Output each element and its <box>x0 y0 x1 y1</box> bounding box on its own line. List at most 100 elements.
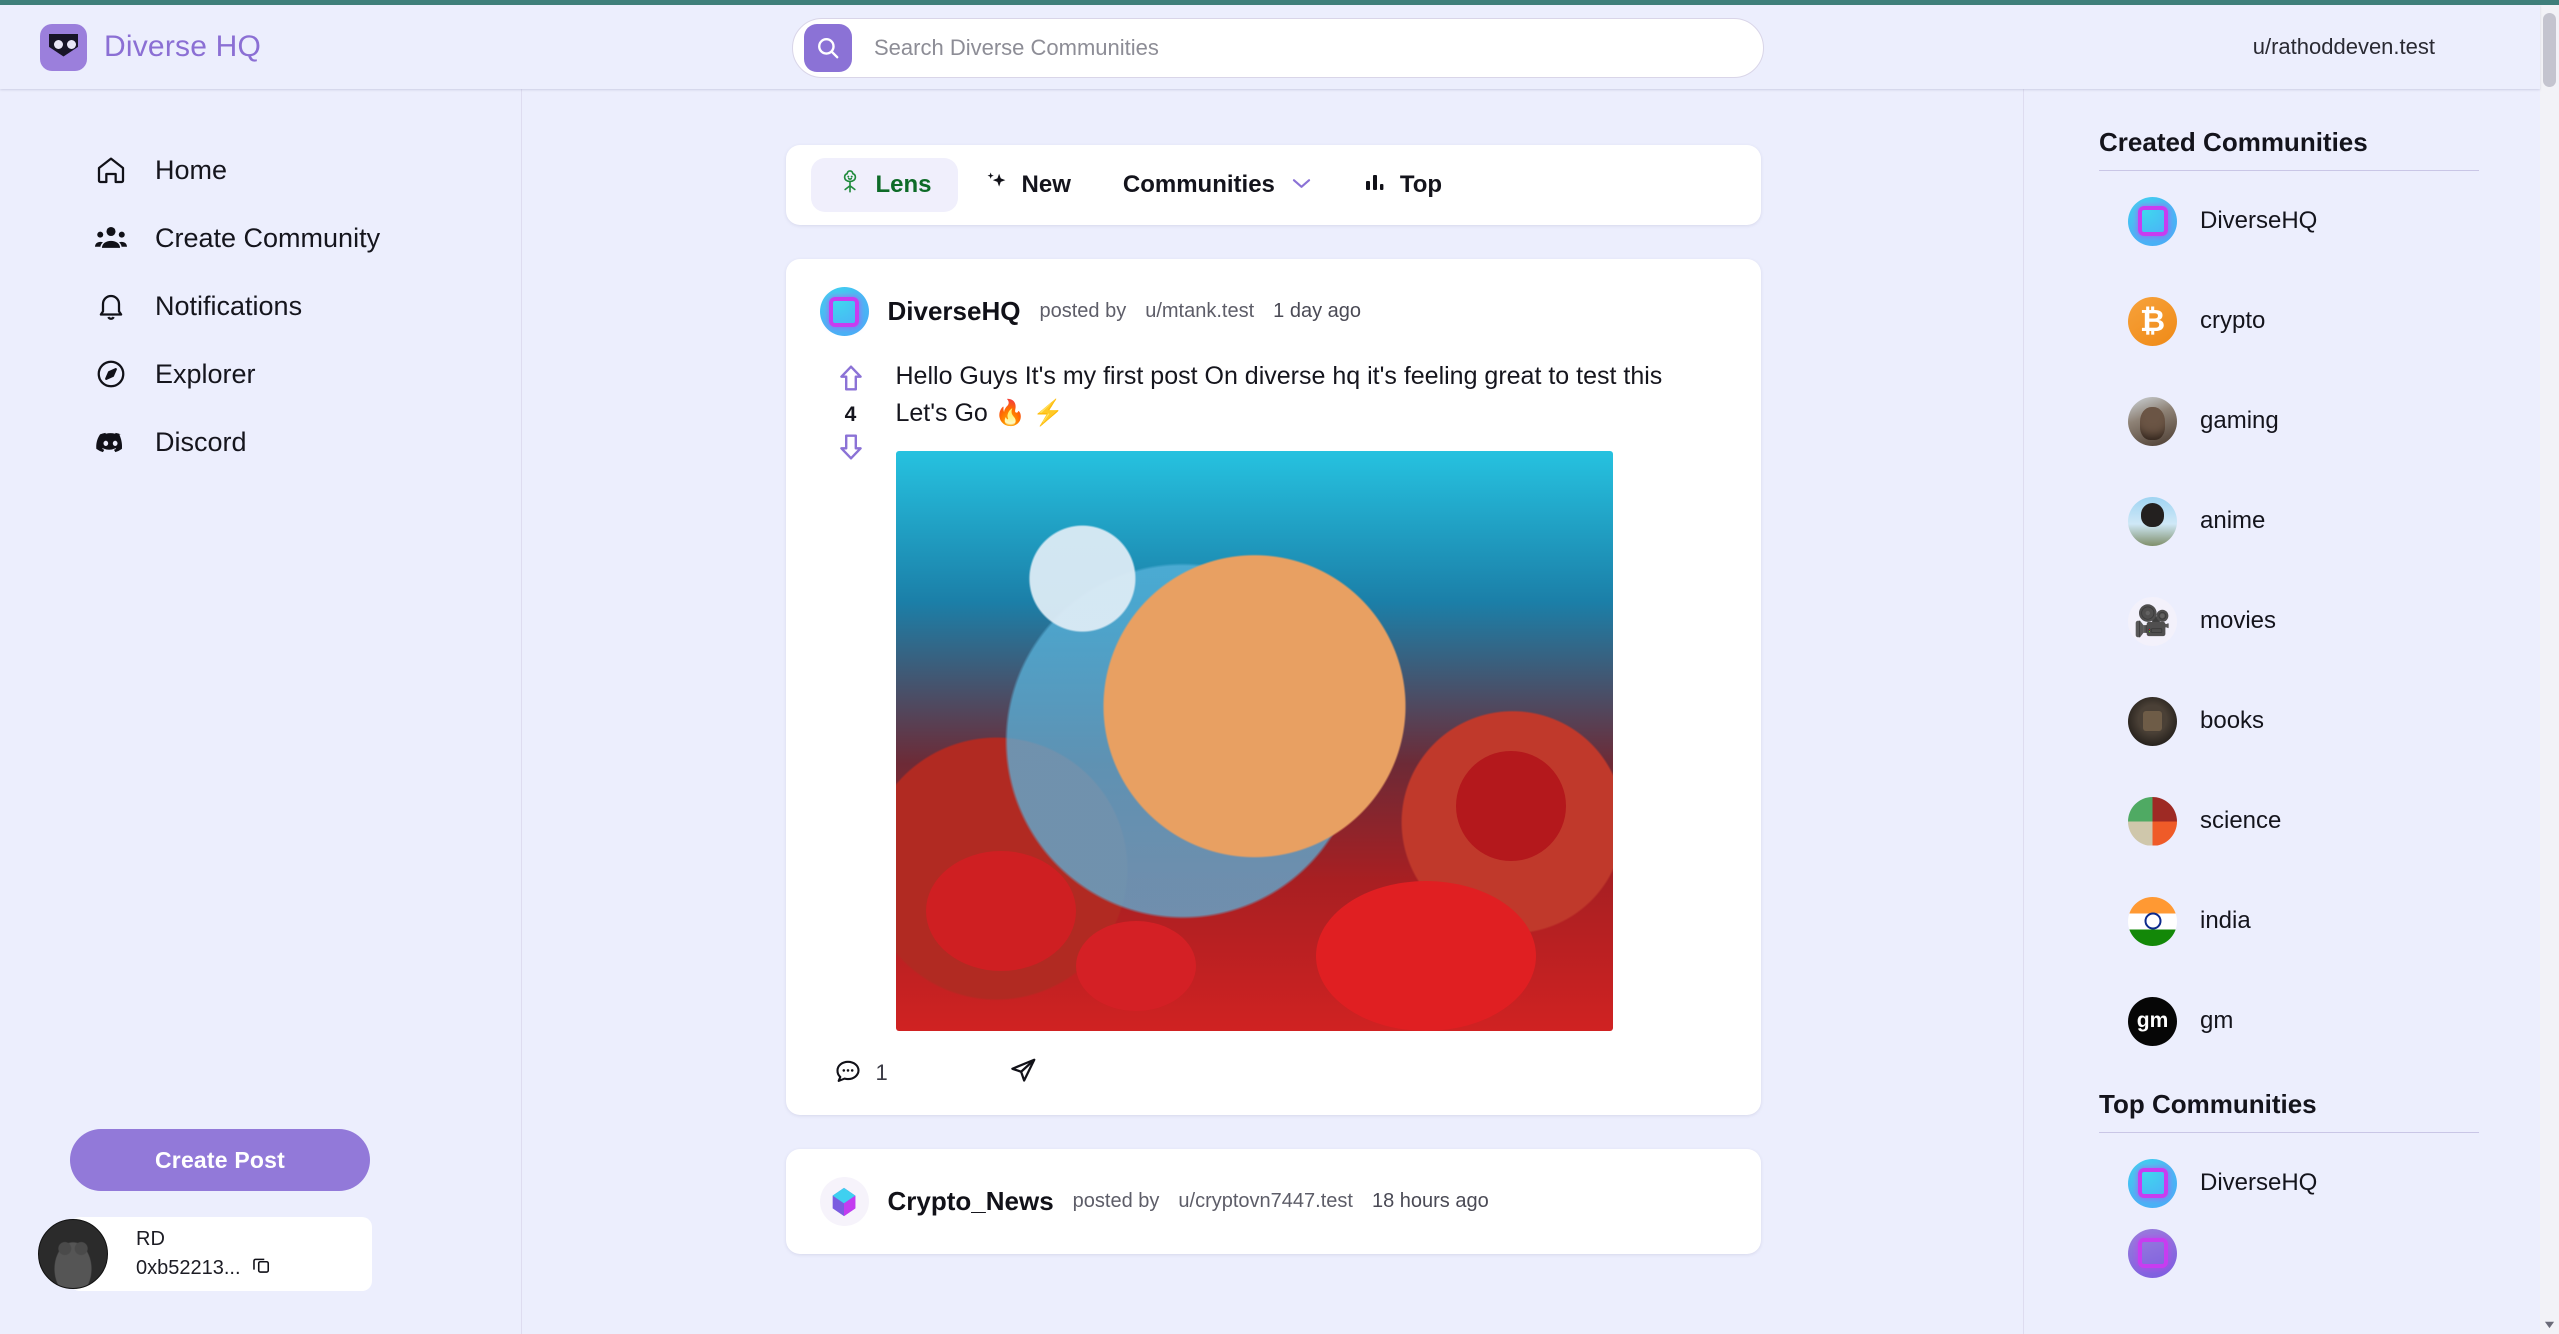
post-main: Hello Guys It's my first post On diverse… <box>882 358 1727 1031</box>
community-item-india[interactable]: india <box>2024 871 2540 971</box>
share-paper-plane-icon[interactable] <box>1008 1056 1038 1091</box>
avatar <box>38 1219 108 1289</box>
post-image[interactable] <box>896 451 1613 1031</box>
brand[interactable]: Diverse HQ <box>40 24 261 71</box>
sidebar-nav: Home Create Community Notifications <box>0 136 521 476</box>
copy-icon[interactable] <box>252 1254 271 1283</box>
community-item-movies[interactable]: 🎥 movies <box>2024 571 2540 671</box>
bitcoin-icon: ₿ <box>2128 297 2177 346</box>
arrow-up-icon[interactable] <box>835 362 867 399</box>
arrow-down-icon[interactable] <box>835 431 867 468</box>
community-label: india <box>2200 907 2251 935</box>
post-community-name[interactable]: Crypto_News <box>888 1186 1054 1217</box>
sidebar-item-label: Discord <box>155 427 247 458</box>
comment-icon <box>834 1057 862 1090</box>
discord-icon <box>92 424 129 461</box>
community-label: DiverseHQ <box>2200 207 2317 235</box>
community-avatar[interactable] <box>820 1177 869 1226</box>
comment-button[interactable]: 1 <box>834 1057 888 1090</box>
post-card: Crypto_News posted by u/cryptovn7447.tes… <box>786 1149 1761 1254</box>
sidebar-item-create-community[interactable]: Create Community <box>0 204 521 272</box>
sidebar-item-label: Explorer <box>155 359 256 390</box>
tab-label: Lens <box>876 171 932 199</box>
community-label: crypto <box>2200 307 2265 335</box>
community-avatar: gm <box>2128 997 2177 1046</box>
post-header: DiverseHQ posted by u/mtank.test 1 day a… <box>820 287 1727 336</box>
header-user-handle[interactable]: u/rathoddeven.test <box>2253 34 2435 60</box>
community-label: gm <box>2200 1007 2233 1035</box>
vote-count: 4 <box>845 403 857 427</box>
search-input[interactable] <box>874 35 1763 61</box>
search-bar[interactable] <box>792 18 1764 78</box>
community-label: DiverseHQ <box>2200 1169 2317 1197</box>
user-wallet-address: 0xb52213... <box>136 1254 241 1283</box>
posted-by-label: posted by <box>1073 1190 1160 1213</box>
robot-mask-icon <box>40 24 87 71</box>
post-card: DiverseHQ posted by u/mtank.test 1 day a… <box>786 259 1761 1115</box>
home-icon <box>92 152 129 189</box>
community-item-diversehq[interactable]: DiverseHQ <box>2024 171 2540 271</box>
create-post-button[interactable]: Create Post <box>70 1129 370 1191</box>
sidebar-item-discord[interactable]: Discord <box>0 408 521 476</box>
scroll-down-arrow-icon[interactable] <box>2544 1317 2555 1328</box>
post-time: 18 hours ago <box>1372 1190 1489 1213</box>
sidebar-item-label: Create Community <box>155 223 380 254</box>
sidebar-item-home[interactable]: Home <box>0 136 521 204</box>
post-actions: 1 <box>820 1031 1727 1115</box>
community-avatar <box>2128 497 2177 546</box>
created-communities-title: Created Communities <box>2099 127 2540 158</box>
sidebar-item-label: Notifications <box>155 291 302 322</box>
community-label: science <box>2200 807 2281 835</box>
post-author[interactable]: u/mtank.test <box>1145 300 1254 323</box>
tab-communities[interactable]: Communities <box>1097 158 1337 212</box>
chevron-down-icon[interactable] <box>1292 175 1311 195</box>
post-time: 1 day ago <box>1273 300 1361 323</box>
community-avatar <box>2128 1159 2177 1208</box>
sidebar-user-card[interactable]: RD 0xb52213... <box>70 1217 372 1291</box>
community-avatar <box>2128 697 2177 746</box>
feed-column: Lens New Communities <box>523 89 2023 1334</box>
tab-lens[interactable]: Lens <box>811 158 958 212</box>
community-item-crypto[interactable]: ₿ crypto <box>2024 271 2540 371</box>
top-community-item-partial[interactable] <box>2024 1233 2540 1273</box>
community-item-gm[interactable]: gm gm <box>2024 971 2540 1071</box>
community-item-science[interactable]: science <box>2024 771 2540 871</box>
bar-chart-icon <box>1363 170 1387 201</box>
community-avatar[interactable] <box>820 287 869 336</box>
comment-count: 1 <box>876 1060 888 1086</box>
post-text: Hello Guys It's my first post On diverse… <box>896 358 1716 432</box>
lens-sprout-icon <box>837 168 863 203</box>
posted-by-label: posted by <box>1039 300 1126 323</box>
page-scrollbar[interactable] <box>2540 5 2559 1334</box>
post-community-name[interactable]: DiverseHQ <box>888 296 1021 327</box>
community-avatar <box>2128 797 2177 846</box>
post-author[interactable]: u/cryptovn7447.test <box>1178 1190 1353 1213</box>
community-label: anime <box>2200 507 2265 535</box>
compass-icon <box>92 356 129 393</box>
sidebar-item-notifications[interactable]: Notifications <box>0 272 521 340</box>
movie-camera-icon: 🎥 <box>2128 597 2177 646</box>
app-header: Diverse HQ u/rathoddeven.test <box>0 5 2540 89</box>
tab-label: Top <box>1400 171 1442 199</box>
vote-column: 4 <box>820 358 882 1031</box>
user-name: RD <box>136 1225 271 1254</box>
bell-icon <box>92 288 129 325</box>
left-sidebar: Home Create Community Notifications <box>0 89 522 1334</box>
brand-name: Diverse HQ <box>104 30 261 64</box>
community-avatar <box>2128 197 2177 246</box>
top-communities-title: Top Communities <box>2099 1089 2540 1120</box>
community-avatar <box>2128 397 2177 446</box>
community-item-books[interactable]: books <box>2024 671 2540 771</box>
india-flag-icon <box>2128 897 2177 946</box>
scrollbar-thumb[interactable] <box>2543 13 2556 87</box>
community-item-gaming[interactable]: gaming <box>2024 371 2540 471</box>
community-avatar <box>2128 1229 2177 1278</box>
tab-top[interactable]: Top <box>1337 158 1468 212</box>
post-body: 4 Hello Guys It's my first post On diver… <box>820 358 1727 1031</box>
search-icon[interactable] <box>804 24 852 72</box>
tab-new[interactable]: New <box>958 158 1097 212</box>
community-item-anime[interactable]: anime <box>2024 471 2540 571</box>
top-community-item-diversehq[interactable]: DiverseHQ <box>2024 1133 2540 1233</box>
sidebar-item-explorer[interactable]: Explorer <box>0 340 521 408</box>
right-sidebar: Created Communities DiverseHQ ₿ crypto g… <box>2023 89 2540 1334</box>
